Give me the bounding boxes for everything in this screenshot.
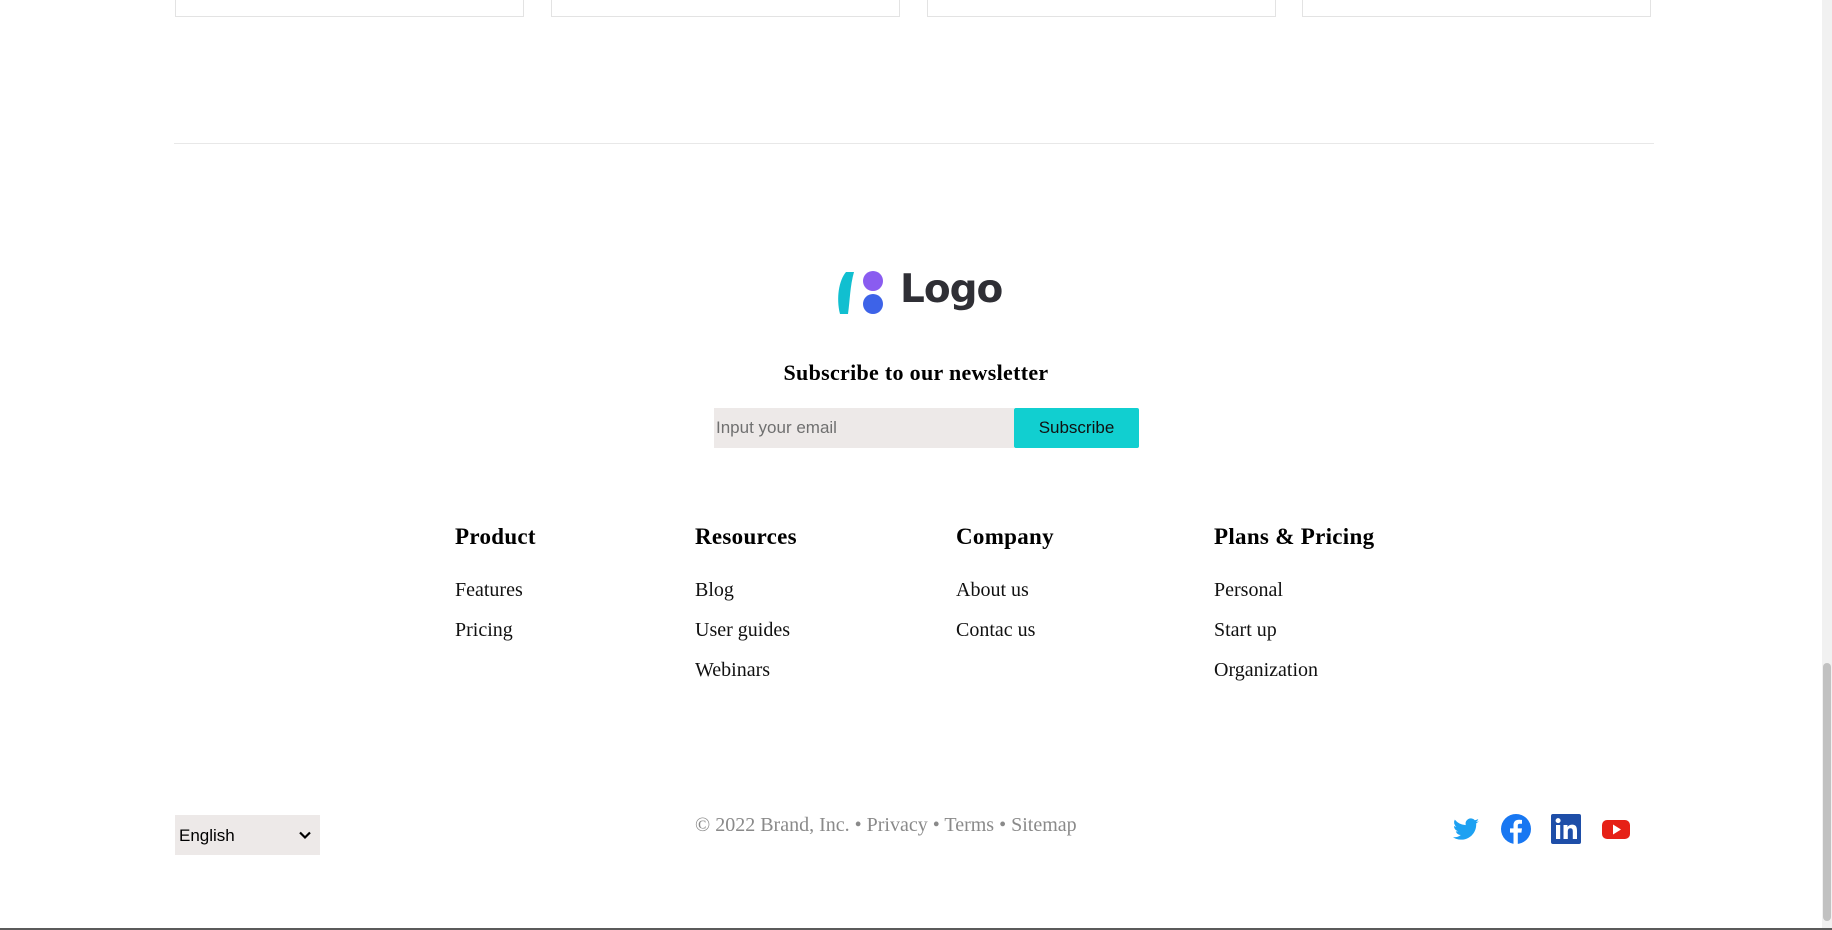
footer-link-pricing[interactable]: Pricing <box>455 619 513 641</box>
footer-link-blog[interactable]: Blog <box>695 579 734 601</box>
content-card <box>175 0 524 17</box>
youtube-link[interactable] <box>1600 813 1632 845</box>
footer-link-start-up[interactable]: Start up <box>1214 619 1277 641</box>
email-input[interactable] <box>714 408 1014 448</box>
linkedin-icon <box>1551 814 1581 844</box>
content-card <box>927 0 1276 17</box>
facebook-icon <box>1501 814 1531 844</box>
footer-column-resources: Resources Blog User guides Webinars <box>695 522 797 698</box>
column-title: Plans & Pricing <box>1214 524 1375 549</box>
column-title: Product <box>455 524 536 549</box>
newsletter-title: Subscribe to our newsletter <box>783 360 1049 385</box>
footer-link-about-us[interactable]: About us <box>956 579 1029 601</box>
language-selector[interactable]: English <box>175 815 320 855</box>
privacy-link[interactable]: Privacy <box>867 814 928 836</box>
column-title: Company <box>956 524 1054 549</box>
newsletter-form: Subscribe <box>714 408 1139 448</box>
subscribe-button[interactable]: Subscribe <box>1014 408 1139 448</box>
footer-column-company: Company About us Contac us <box>956 522 1054 658</box>
twitter-icon <box>1453 818 1479 840</box>
logo-mark-icon <box>838 271 883 314</box>
footer-link-organization[interactable]: Organization <box>1214 659 1318 681</box>
separator: • <box>854 814 862 836</box>
footer-link-personal[interactable]: Personal <box>1214 579 1283 601</box>
content-card <box>551 0 900 17</box>
youtube-icon <box>1602 820 1630 839</box>
brand-logo[interactable]: Logo <box>836 266 1003 316</box>
footer-link-user-guides[interactable]: User guides <box>695 619 790 641</box>
page-scrollbar[interactable] <box>1822 0 1832 930</box>
section-divider <box>174 143 1654 144</box>
sitemap-link[interactable]: Sitemap <box>1011 814 1077 836</box>
terms-link[interactable]: Terms <box>944 814 994 836</box>
content-card <box>1302 0 1651 17</box>
facebook-link[interactable] <box>1500 813 1532 845</box>
copyright-text: © 2022 Brand, Inc. <box>695 814 850 836</box>
footer-link-features[interactable]: Features <box>455 579 523 601</box>
footer-link-contact-us[interactable]: Contac us <box>956 619 1035 641</box>
footer-link-webinars[interactable]: Webinars <box>695 659 770 681</box>
footer-column-plans-pricing: Plans & Pricing Personal Start up Organi… <box>1214 522 1374 698</box>
scrollbar-thumb[interactable] <box>1823 663 1831 921</box>
legal-links: © 2022 Brand, Inc. • Privacy • Terms • S… <box>695 814 1077 837</box>
language-select[interactable]: English <box>175 815 320 855</box>
social-links <box>1450 813 1632 845</box>
twitter-link[interactable] <box>1450 813 1482 845</box>
linkedin-link[interactable] <box>1550 813 1582 845</box>
separator: • <box>999 814 1007 836</box>
footer-column-product: Product Features Pricing <box>455 522 536 658</box>
logo-text: Logo <box>900 266 1003 312</box>
separator: • <box>932 814 940 836</box>
column-title: Resources <box>695 524 797 549</box>
page-footer: Logo Subscribe to our newsletter Subscri… <box>0 0 1832 930</box>
